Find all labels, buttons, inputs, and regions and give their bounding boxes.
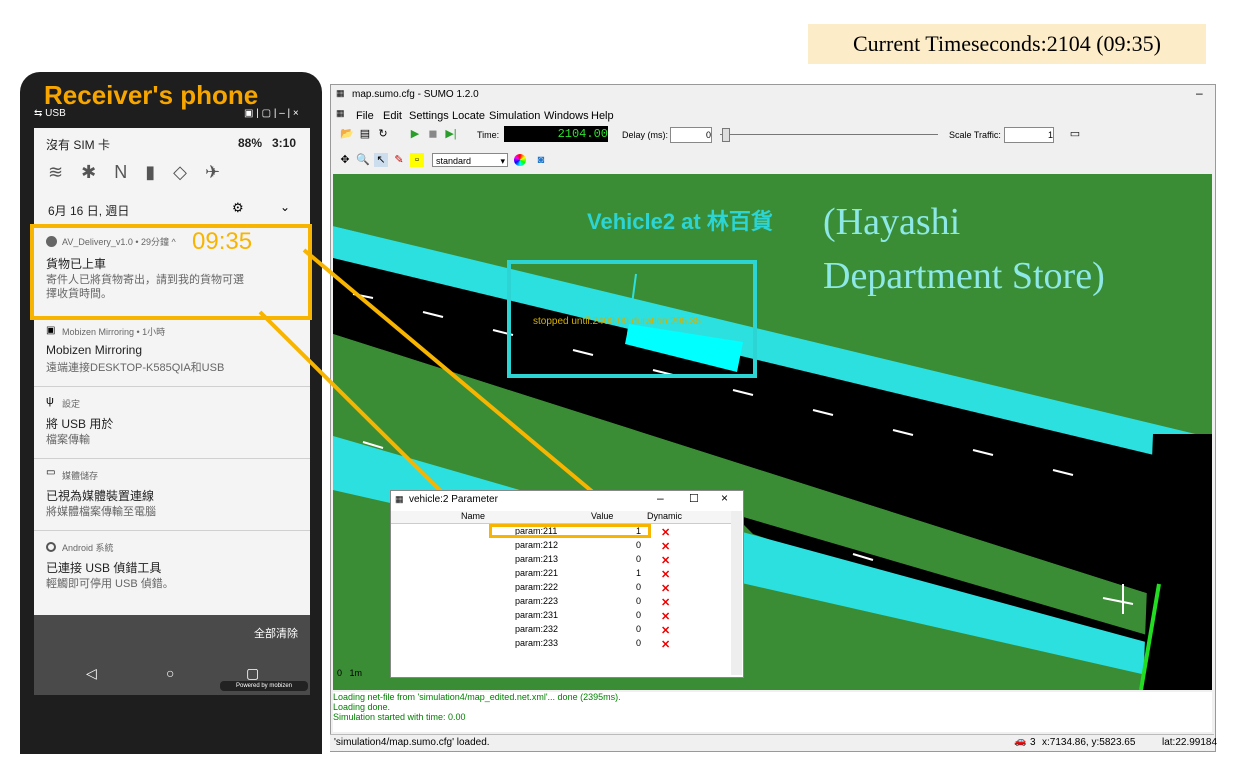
dynamic-x-icon: ✕ [661,541,671,553]
log-line: Loading net-file from 'simulation4/map_e… [333,692,621,702]
table-row: param:232 0 ✕ [391,624,731,638]
table-row: param:213 0 ✕ [391,554,731,568]
table-row: param:233 0 ✕ [391,638,731,652]
status-bar: 'simulation4/map.sumo.cfg' loaded. 🚗 3 x… [330,734,1218,751]
param-value: 0 [635,638,641,648]
message-log: Loading net-file from 'simulation4/map_e… [333,692,1212,732]
dynamic-x-icon: ✕ [661,583,671,595]
param-value: 0 [635,610,641,620]
dynamic-x-icon: ✕ [661,639,671,651]
status-text: 'simulation4/map.sumo.cfg' loaded. [334,737,490,748]
dialog-title: vehicle:2 Parameter [409,494,498,505]
param-highlight-box [489,524,651,538]
table-header: Name Value Dynamic [391,511,731,524]
dialog-minimize-button[interactable]: – [657,491,664,505]
vehicle-count-icon: 🚗 [1014,736,1027,747]
dynamic-x-icon: ✕ [661,555,671,567]
header-value[interactable]: Value [591,511,613,521]
parameter-dialog: ▦ vehicle:2 Parameter – ☐ × Name Value D… [390,490,744,678]
dynamic-x-icon: ✕ [661,527,671,539]
dialog-scrollbar[interactable] [731,511,742,675]
param-value: 0 [635,596,641,606]
dynamic-x-icon: ✕ [661,611,671,623]
table-row: param:221 1 ✕ [391,568,731,582]
vehicle-count: 3 [1030,737,1036,748]
param-name: param:213 [515,554,559,564]
dialog-icon: ▦ [395,494,404,504]
table-row: param:222 0 ✕ [391,582,731,596]
coordinates: x:7134.86, y:5823.65 [1042,737,1136,748]
param-name: param:212 [515,540,559,550]
param-value: 0 [635,540,641,550]
param-name: param:231 [515,610,559,620]
table-row: param:223 0 ✕ [391,596,731,610]
log-line: Simulation started with time: 0.00 [333,712,466,722]
header-name[interactable]: Name [461,511,485,521]
param-name: param:222 [515,582,559,592]
dynamic-x-icon: ✕ [661,625,671,637]
param-value: 0 [635,554,641,564]
param-value: 0 [635,582,641,592]
dialog-maximize-button[interactable]: ☐ [689,492,699,505]
param-name: param:232 [515,624,559,634]
latitude: lat:22.99184 [1162,737,1218,748]
log-line: Loading done. [333,702,391,712]
header-dynamic[interactable]: Dynamic [647,511,682,521]
dynamic-x-icon: ✕ [661,569,671,581]
table-row: param:231 0 ✕ [391,610,731,624]
param-name: param:223 [515,596,559,606]
table-row: param:212 0 ✕ [391,540,731,554]
param-value: 1 [635,568,641,578]
dialog-close-button[interactable]: × [721,491,728,505]
dynamic-x-icon: ✕ [661,597,671,609]
param-value: 0 [635,624,641,634]
param-name: param:221 [515,568,559,578]
param-name: param:233 [515,638,559,648]
